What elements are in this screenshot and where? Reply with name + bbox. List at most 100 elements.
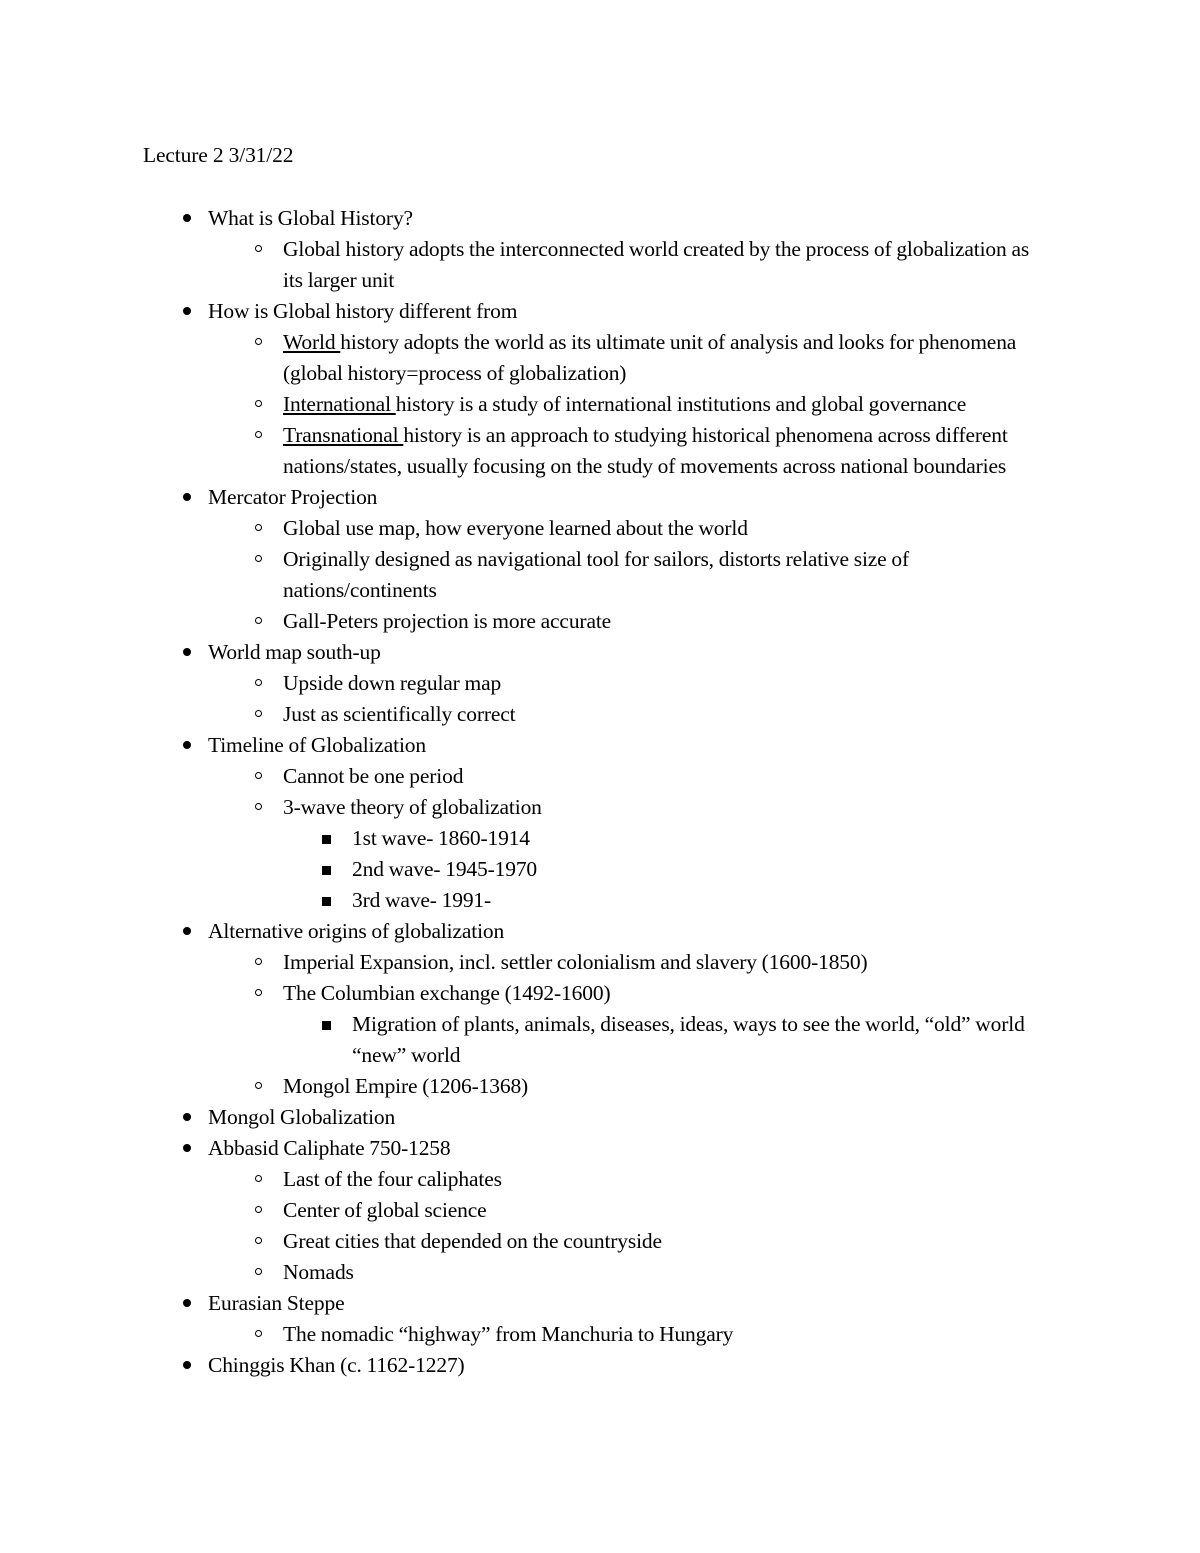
outline-item-text: Gall-Peters projection is more accurate (283, 609, 612, 633)
outline-item-text: Global history adopts the interconnected… (283, 237, 1030, 292)
circle-bullet (255, 989, 262, 996)
circle-bullet (255, 1237, 262, 1244)
circle-bullet (255, 1268, 262, 1275)
circle-bullet (255, 1330, 262, 1337)
circle-bullet (255, 1082, 262, 1089)
circle-bullet (255, 1175, 262, 1182)
disc-bullet (183, 1144, 191, 1152)
disc-bullet (183, 1361, 191, 1369)
circle-bullet (255, 338, 262, 345)
disc-bullet (183, 927, 191, 935)
circle-bullet (255, 245, 262, 252)
disc-bullet (183, 214, 191, 222)
disc-bullet (183, 648, 191, 656)
outline-item-level-1: Mercator Projection Global use map, how e… (183, 482, 1053, 637)
outline-item-level-2: International history is a study of inte… (255, 389, 1053, 420)
outline-item-level-2: Originally designed as navigational tool… (255, 544, 1053, 606)
outline-sublist: Migration of plants, animals, diseases, … (283, 1009, 1053, 1071)
outline-sublist: Upside down regular map Just as scientifi… (208, 668, 1053, 730)
outline-sublist: Global history adopts the interconnected… (208, 234, 1053, 296)
outline-item-level-2: Last of the four caliphates (255, 1164, 1053, 1195)
circle-bullet (255, 679, 262, 686)
outline-item-text: Timeline of Globalization (208, 733, 426, 757)
outline-item-level-1: World map south-up Upside down regular ma… (183, 637, 1053, 730)
outline-item-level-2: Great cities that depended on the countr… (255, 1226, 1053, 1257)
outline-item-text: World map south-up (208, 640, 381, 664)
outline-item-level-3: 3rd wave- 1991- (322, 885, 1053, 916)
circle-bullet (255, 524, 262, 531)
outline-item-body: history is a study of international inst… (395, 392, 967, 416)
outline-item-text: Eurasian Steppe (208, 1291, 345, 1315)
outline-item-text: Mongol Globalization (208, 1105, 396, 1129)
underlined-term: World (283, 330, 341, 354)
outline-item-text: Alternative origins of globalization (208, 919, 505, 943)
outline-item-level-3: 2nd wave- 1945-1970 (322, 854, 1053, 885)
outline-item-text: Nomads (283, 1260, 354, 1284)
outline-item-text: Abbasid Caliphate 750-1258 (208, 1136, 451, 1160)
outline-item-text: What is Global History? (208, 206, 413, 230)
outline-item-level-3: Migration of plants, animals, diseases, … (322, 1009, 1053, 1071)
outline-item-level-1: How is Global history different from Worl… (183, 296, 1053, 482)
outline-item-text: Migration of plants, animals, diseases, … (352, 1012, 1025, 1067)
outline-item-level-2: 3-wave theory of globalization 1st wave- … (255, 792, 1053, 916)
outline-item-text: Great cities that depended on the countr… (283, 1229, 662, 1253)
outline-item-text: 1st wave- 1860-1914 (352, 826, 530, 850)
outline-item-text: How is Global history different from (208, 299, 518, 323)
outline-item-text: Upside down regular map (283, 671, 502, 695)
outline-item-level-2: Cannot be one period (255, 761, 1053, 792)
underlined-term: Transnational (283, 423, 404, 447)
square-bullet (322, 897, 331, 906)
outline-item-level-2: Upside down regular map (255, 668, 1053, 699)
page-title: Lecture 2 3/31/22 (143, 143, 294, 167)
square-bullet (322, 866, 331, 875)
circle-bullet (255, 555, 262, 562)
outline-sublist: 1st wave- 1860-1914 2nd wave- 1945-1970 3r… (283, 823, 1053, 916)
outline-item-text: 3rd wave- 1991- (352, 888, 492, 912)
outline-item-level-1: Abbasid Caliphate 750-1258 Last of the fo… (183, 1133, 1053, 1288)
disc-bullet (183, 1299, 191, 1307)
outline-item-level-2: Nomads (255, 1257, 1053, 1288)
disc-bullet (183, 307, 191, 315)
outline-item-level-2: Mongol Empire (1206-1368) (255, 1071, 1053, 1102)
outline-sublist: Cannot be one period 3-wave theory of glo… (208, 761, 1053, 916)
outline-sublist: Global use map, how everyone learned abo… (208, 513, 1053, 637)
outline-item-text: World history adopts the world as its ul… (283, 327, 1053, 389)
outline-item-text: Imperial Expansion, incl. settler coloni… (283, 950, 868, 974)
circle-bullet (255, 710, 262, 717)
circle-bullet (255, 431, 262, 438)
disc-bullet (183, 1113, 191, 1121)
outline-item-text: Global use map, how everyone learned abo… (283, 516, 748, 540)
outline-item-body: history adopts the world as its ultimate… (283, 330, 1017, 385)
outline-sublist: The nomadic “highway” from Manchuria to … (208, 1319, 1053, 1350)
outline-item-level-2: World history adopts the world as its ul… (255, 327, 1053, 389)
outline-item-level-1: Timeline of Globalization Cannot be one p… (183, 730, 1053, 916)
outline-item-level-3: 1st wave- 1860-1914 (322, 823, 1053, 854)
outline-item-level-1: Chinggis Khan (c. 1162-1227) (183, 1350, 1053, 1381)
outline-item-text: 3-wave theory of globalization (283, 795, 542, 819)
outline-item-text: Mercator Projection (208, 485, 378, 509)
square-bullet (322, 835, 331, 844)
outline-sublist: Imperial Expansion, incl. settler coloni… (208, 947, 1053, 1102)
outline-item-level-2: Imperial Expansion, incl. settler coloni… (255, 947, 1053, 978)
underlined-term: International (283, 392, 396, 416)
circle-bullet (255, 772, 262, 779)
disc-bullet (183, 741, 191, 749)
outline-item-text: Center of global science (283, 1198, 487, 1222)
outline-item-text: International history is a study of inte… (283, 389, 1053, 420)
outline-item-level-2: Gall-Peters projection is more accurate (255, 606, 1053, 637)
outline-item-text: Transnational history is an approach to … (283, 420, 1053, 482)
outline-item-level-2: Center of global science (255, 1195, 1053, 1226)
circle-bullet (255, 803, 262, 810)
outline-item-level-1: Alternative origins of globalization Impe… (183, 916, 1053, 1102)
outline-sublist: World history adopts the world as its ul… (208, 327, 1053, 482)
outline-item-level-2: Global history adopts the interconnected… (255, 234, 1053, 296)
outline-item-text: Cannot be one period (283, 764, 464, 788)
outline-item-level-2: Global use map, how everyone learned abo… (255, 513, 1053, 544)
outline-sublist: Last of the four caliphates Center of glo… (208, 1164, 1053, 1288)
outline-item-text: Last of the four caliphates (283, 1167, 502, 1191)
outline-item-text: The Columbian exchange (1492-1600) (283, 981, 611, 1005)
outline-item-level-2: Transnational history is an approach to … (255, 420, 1053, 482)
outline-item-level-2: The Columbian exchange (1492-1600) Migrat… (255, 978, 1053, 1071)
outline-list: What is Global History? Global history ad… (0, 203, 1200, 1381)
outline-item-level-1: Eurasian Steppe The nomadic “highway” fro… (183, 1288, 1053, 1350)
